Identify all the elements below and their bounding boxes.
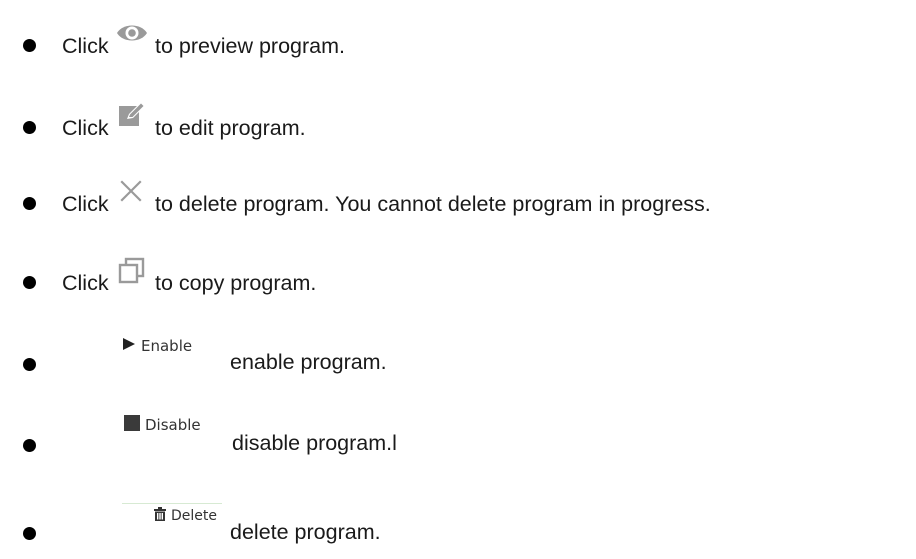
bullet-dot xyxy=(23,358,36,371)
trash-icon xyxy=(154,506,166,525)
bullet-dot xyxy=(23,197,36,210)
item-prefix-text: Click xyxy=(62,34,109,58)
bullet-dot xyxy=(23,527,36,540)
item-description-text: enable program. xyxy=(230,350,387,374)
play-icon xyxy=(122,337,136,355)
disable-button-image: Disable xyxy=(124,410,201,440)
bullet-dot xyxy=(23,39,36,52)
copy-icon xyxy=(117,257,147,285)
delete-button-label: Delete xyxy=(171,507,217,524)
item-prefix-text: Click xyxy=(62,192,109,216)
item-description-text: to preview program. xyxy=(155,34,345,58)
bullet-dot xyxy=(23,121,36,134)
bullet-dot xyxy=(23,439,36,452)
enable-button-label: Enable xyxy=(141,337,193,355)
list-item: Click to preview program. xyxy=(0,22,916,66)
item-prefix-text: Click xyxy=(62,116,109,140)
disable-button-label: Disable xyxy=(145,416,201,434)
item-description-text: to copy program. xyxy=(155,271,317,295)
edit-icon xyxy=(117,101,147,127)
list-item: Click to copy program. xyxy=(0,256,916,300)
eye-icon xyxy=(115,20,149,46)
list-item: Disable disable program.l xyxy=(0,410,916,457)
item-description-text: to edit program. xyxy=(155,116,306,140)
enable-button-image: Enable xyxy=(122,331,193,361)
list-item: Delete delete program. xyxy=(0,499,916,544)
list-item: Click to delete program. You cannot dele… xyxy=(0,178,916,222)
item-description-text: disable program.l xyxy=(232,431,397,455)
bullet-dot xyxy=(23,276,36,289)
stop-icon xyxy=(124,415,140,435)
list-item: Enable enable program. xyxy=(0,331,916,379)
bullet-list: Click to preview program. Click to edit … xyxy=(0,0,916,559)
delete-button-image: Delete xyxy=(122,503,222,527)
item-description-text: to delete program. You cannot delete pro… xyxy=(155,192,711,216)
item-prefix-text: Click xyxy=(62,271,109,295)
close-icon xyxy=(118,180,144,204)
item-description-text: delete program. xyxy=(230,520,381,544)
list-item: Click to edit program. xyxy=(0,101,916,145)
